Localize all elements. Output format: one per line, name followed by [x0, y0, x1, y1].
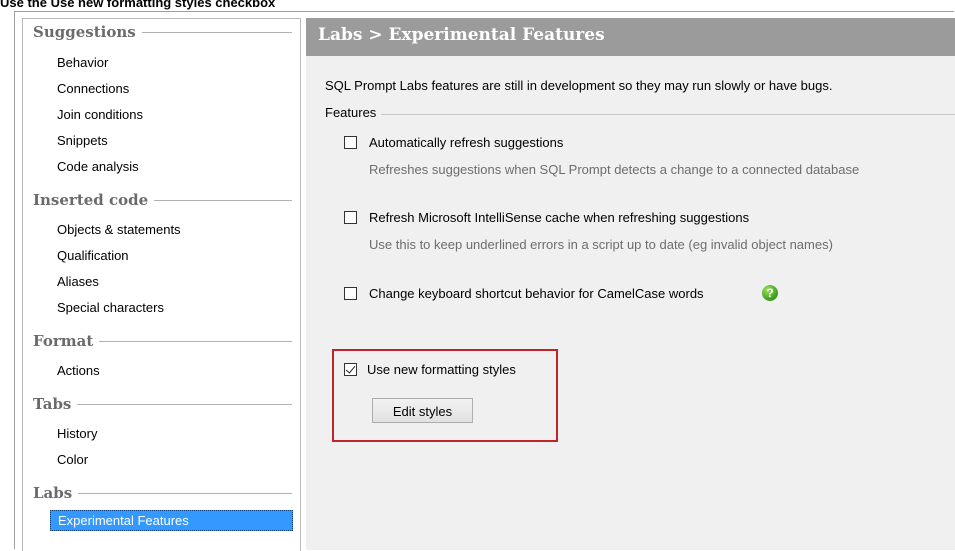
group-format: Format: [33, 330, 292, 352]
group-tabs: Tabs: [33, 393, 292, 415]
content-pane: Labs > Experimental Features SQL Prompt …: [306, 18, 955, 550]
sidebar-item-snippets[interactable]: Snippets: [57, 133, 108, 149]
new-formatting-styles-label[interactable]: Use new formatting styles: [367, 362, 516, 377]
auto-refresh-hint: Refreshes suggestions when SQL Prompt de…: [369, 162, 860, 177]
help-icon[interactable]: ?: [762, 285, 778, 301]
options-sidebar: Suggestions Behavior Connections Join co…: [22, 18, 301, 551]
group-suggestions: Suggestions: [33, 21, 292, 43]
auto-refresh-checkbox[interactable]: [344, 136, 357, 149]
sidebar-item-connections[interactable]: Connections: [57, 81, 129, 97]
sidebar-item-qualification[interactable]: Qualification: [57, 248, 129, 264]
sidebar-item-special-characters[interactable]: Special characters: [57, 300, 164, 316]
sidebar-item-history[interactable]: History: [57, 426, 97, 442]
new-formatting-styles-checkbox[interactable]: [344, 363, 357, 376]
caption-text: Use the Use new formatting styles checkb…: [0, 0, 276, 10]
group-title: Tabs: [33, 393, 78, 415]
sidebar-item-aliases[interactable]: Aliases: [57, 274, 99, 290]
sidebar-item-color[interactable]: Color: [57, 452, 88, 468]
sidebar-item-behavior[interactable]: Behavior: [57, 55, 108, 71]
intellisense-refresh-hint: Use this to keep underlined errors in a …: [369, 237, 833, 252]
auto-refresh-label[interactable]: Automatically refresh suggestions: [369, 135, 563, 150]
page-header: Labs > Experimental Features: [306, 18, 955, 56]
sidebar-item-code-analysis[interactable]: Code analysis: [57, 159, 139, 175]
group-inserted-code: Inserted code: [33, 189, 292, 211]
features-divider: [325, 114, 955, 115]
labs-description: SQL Prompt Labs features are still in de…: [325, 78, 833, 93]
group-title: Inserted code: [33, 189, 155, 211]
sidebar-item-experimental-features[interactable]: Experimental Features: [50, 510, 293, 531]
camelcase-shortcut-checkbox[interactable]: [344, 287, 357, 300]
group-title: Format: [33, 330, 100, 352]
intellisense-refresh-label[interactable]: Refresh Microsoft IntelliSense cache whe…: [369, 210, 749, 225]
intellisense-refresh-checkbox[interactable]: [344, 211, 357, 224]
sidebar-item-actions[interactable]: Actions: [57, 363, 100, 379]
sidebar-item-join-conditions[interactable]: Join conditions: [57, 107, 143, 123]
group-title: Suggestions: [33, 21, 142, 43]
edit-styles-button[interactable]: Edit styles: [372, 398, 473, 423]
group-title: Labs: [33, 482, 79, 504]
page-title: Labs > Experimental Features: [318, 25, 605, 45]
sidebar-item-objects-statements[interactable]: Objects & statements: [57, 222, 181, 238]
features-group-label: Features: [325, 105, 382, 120]
group-labs: Labs: [33, 482, 292, 504]
camelcase-shortcut-label[interactable]: Change keyboard shortcut behavior for Ca…: [369, 286, 704, 301]
